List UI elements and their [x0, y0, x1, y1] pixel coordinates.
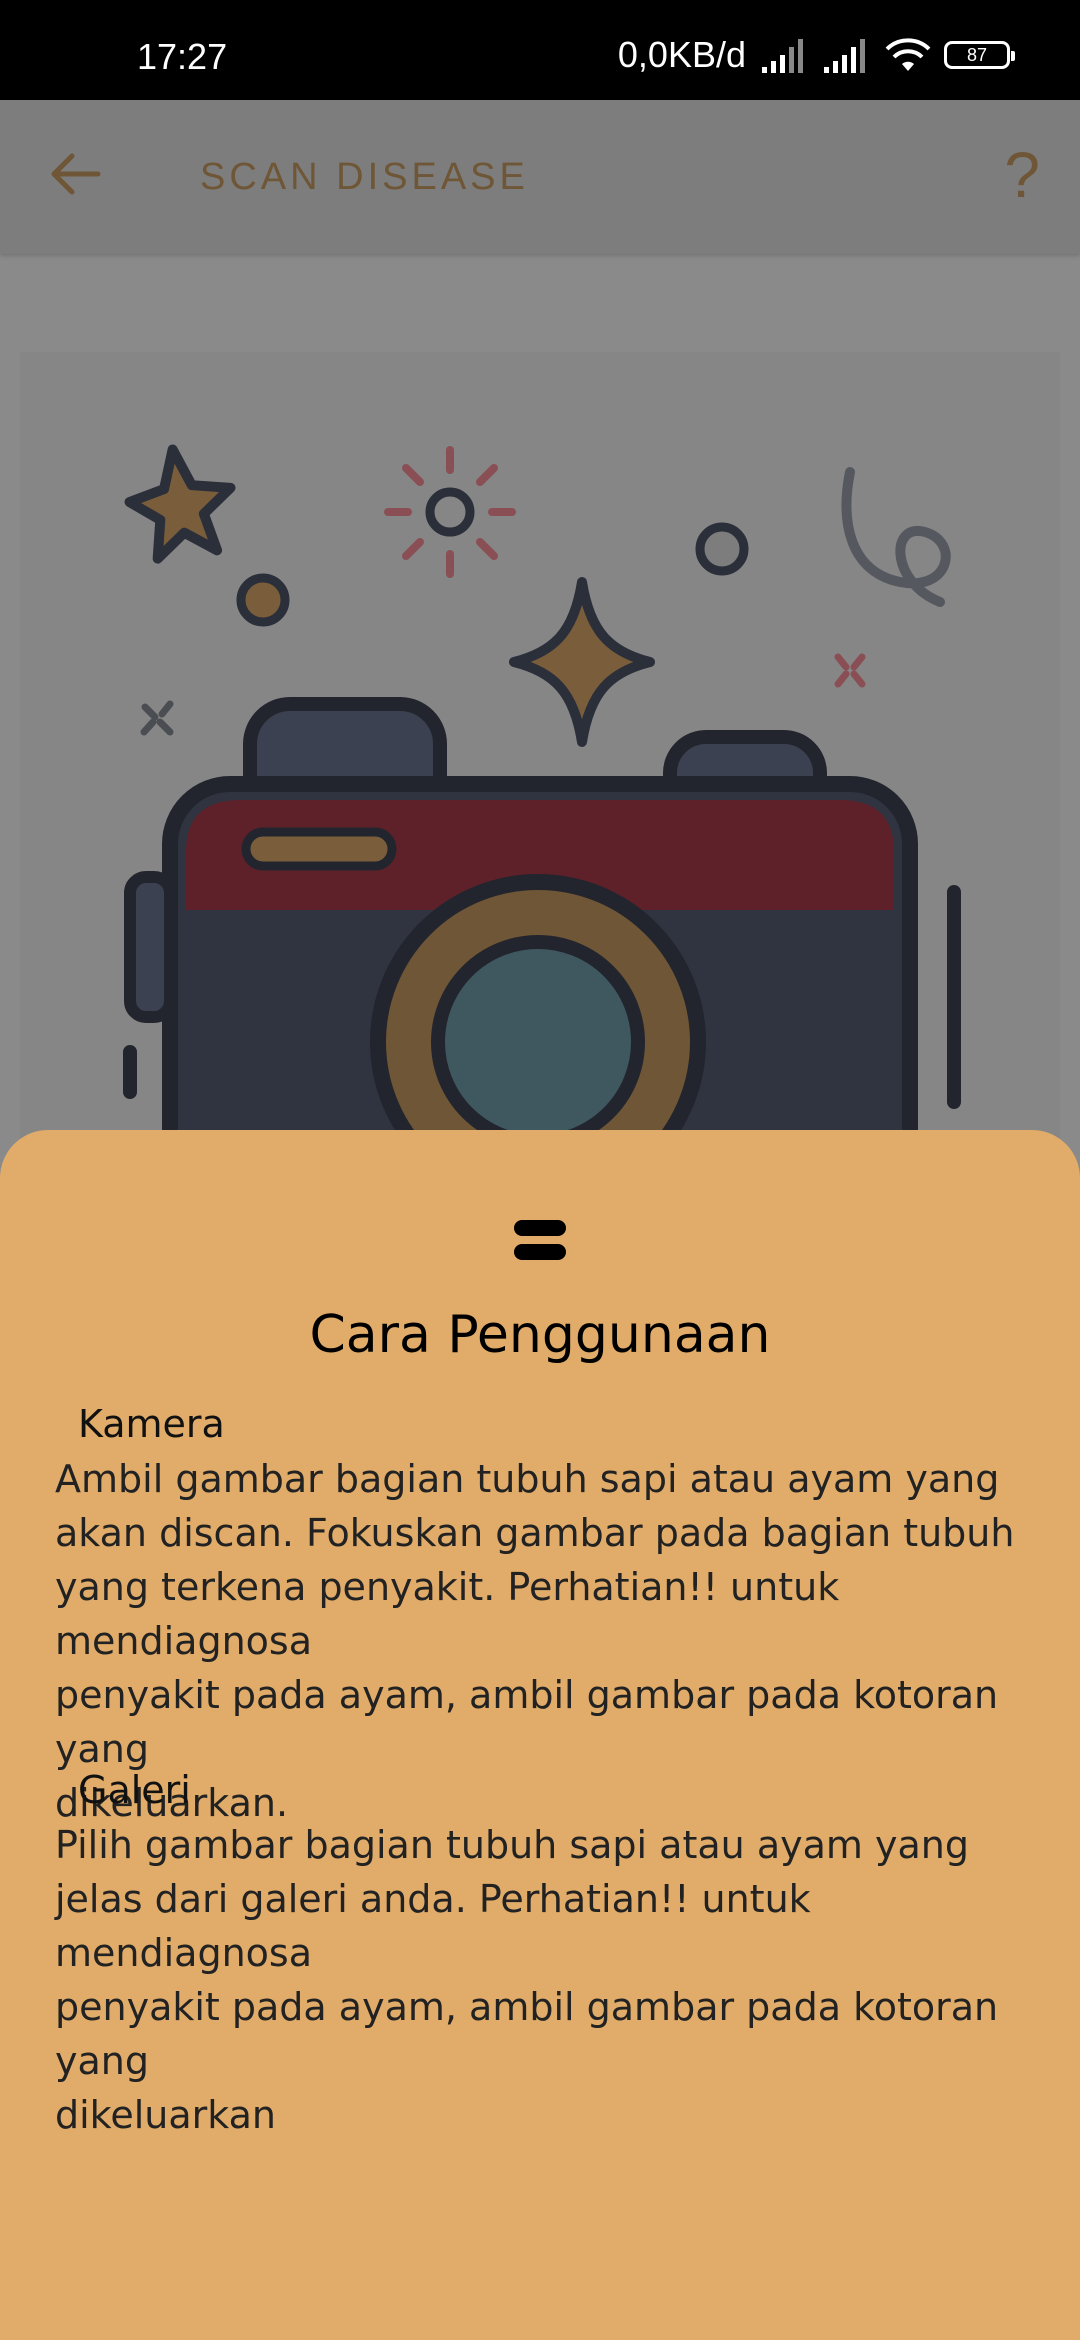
back-arrow-icon[interactable] [48, 146, 104, 202]
page-title: SCAN DISEASE [200, 156, 529, 198]
how-to-use-sheet: Cara Penggunaan Kamera Ambil gambar bagi… [0, 1130, 1080, 2340]
signal-icon [824, 39, 865, 73]
status-time: 17:27 [137, 36, 228, 77]
status-bar: 17:27 0,0KB/d 87 [0, 0, 1080, 100]
network-speed: 0,0KB/d [617, 34, 746, 75]
drag-handle-icon[interactable] [514, 1220, 566, 1262]
status-icons: 0,0KB/d 87 [617, 34, 1015, 76]
section-text-galeri: Pilih gambar bagian tubuh sapi atau ayam… [55, 1823, 999, 2137]
wifi-icon [885, 38, 931, 71]
help-icon[interactable]: ? [1004, 138, 1040, 212]
section-text-kamera: Ambil gambar bagian tubuh sapi atau ayam… [55, 1457, 1015, 1825]
sheet-title: Cara Penggunaan [309, 1305, 771, 1365]
scan-illustration-card [20, 352, 1060, 1252]
camera-illustration [123, 444, 961, 1252]
battery-icon: 87 [944, 41, 1015, 69]
signal-icon [762, 39, 803, 73]
section-heading-kamera: Kamera [78, 1402, 225, 1446]
app-bar: SCAN DISEASE ? [0, 100, 1080, 254]
section-heading-galeri: Galeri [78, 1768, 191, 1812]
